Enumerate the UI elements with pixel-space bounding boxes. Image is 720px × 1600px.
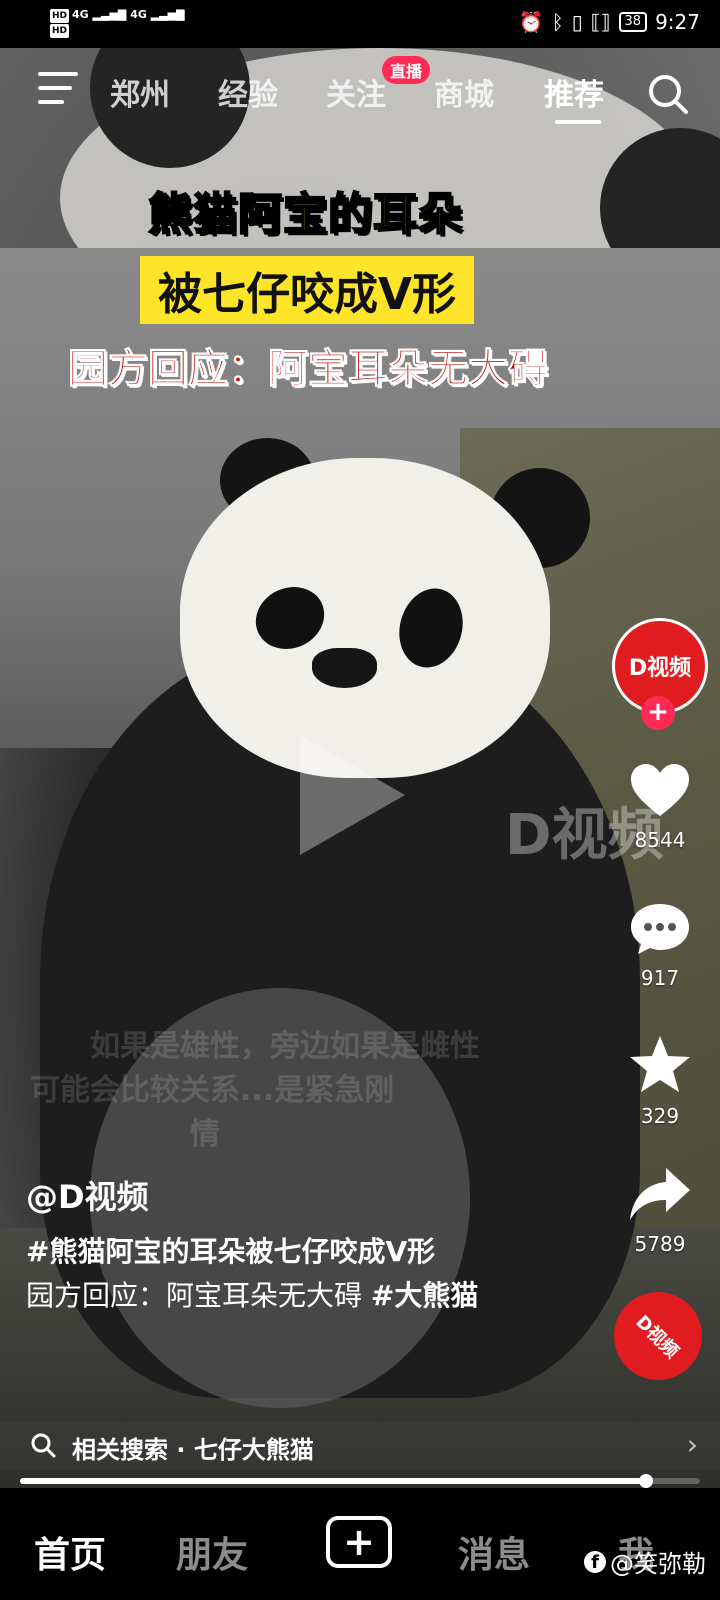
related-search-label: 相关搜索 · 七仔大熊猫 — [72, 1436, 314, 1464]
live-badge[interactable]: 直播 — [382, 56, 431, 84]
comment-icon — [631, 904, 689, 954]
video-title-line-1: 熊猫阿宝的耳朵 — [147, 188, 463, 241]
like-count: 8544 — [634, 828, 686, 852]
comment-count: 917 — [640, 966, 680, 990]
bluetooth-icon: ᛒ — [551, 10, 564, 34]
network-indicators: HD 4G ▂▃▅▇ 4G ▂▃▅▇ HD — [50, 8, 185, 38]
description-text: 园方回应：阿宝耳朵无大碍 — [26, 1279, 363, 1312]
nfc-icon: ⟦⟧ — [590, 10, 611, 34]
nav-messages[interactable]: 消息 — [458, 1526, 530, 1578]
hashtag[interactable]: #大熊猫 — [371, 1279, 478, 1312]
subtitle-line: 可能会比较关系...是紧急刚 — [30, 1073, 395, 1108]
related-search-bar[interactable]: 相关搜索 · 七仔大熊猫 › — [0, 1422, 720, 1470]
alarm-icon: ⏰ — [518, 10, 544, 34]
share-icon — [630, 1168, 690, 1220]
status-bar: HD 4G ▂▃▅▇ 4G ▂▃▅▇ HD ⏰ ᛒ ▯ ⟦⟧ 38 9:27 — [0, 0, 720, 48]
favorite-count: 329 — [640, 1104, 680, 1128]
progress-fill — [20, 1478, 646, 1484]
heart-icon — [631, 764, 689, 816]
subtitle-line: 如果是雄性，旁边如果是雌性 — [90, 1029, 480, 1064]
active-tab-indicator — [555, 120, 601, 124]
search-icon — [31, 1433, 56, 1458]
panda-head — [180, 458, 550, 778]
facebook-icon: f — [584, 1550, 606, 1573]
video-description[interactable]: #熊猫阿宝的耳朵被七仔咬成V形 园方回应：阿宝耳朵无大碍 #大熊猫 — [26, 1230, 556, 1318]
tab-mall[interactable]: 商城 — [434, 70, 494, 114]
signal-label-1: 4G — [72, 8, 89, 21]
source-credit: f @笑弥勒 — [584, 1544, 706, 1579]
credit-text: @笑弥勒 — [610, 1550, 706, 1578]
top-nav: 郑州 经验 关注 直播 商城 推荐 — [0, 48, 720, 138]
video-title-line-2: 被七仔咬成V形 — [140, 256, 475, 324]
bottom-nav: 首页 朋友 + 消息 我 f @笑弥勒 — [0, 1488, 720, 1600]
follow-button[interactable]: + — [641, 696, 675, 730]
play-icon[interactable] — [300, 735, 405, 855]
playback-progress[interactable] — [20, 1474, 700, 1488]
subtitle-line: 情 — [190, 1117, 220, 1152]
menu-icon[interactable] — [38, 72, 78, 106]
star-icon — [630, 1036, 690, 1092]
search-icon[interactable] — [646, 72, 690, 116]
vibrate-icon: ▯ — [571, 10, 583, 34]
share-count: 5789 — [634, 1232, 686, 1256]
chevron-right-icon: › — [686, 1428, 698, 1461]
hd-badge: HD — [50, 9, 70, 23]
tab-following[interactable]: 关注 — [326, 70, 386, 114]
signal-label-2: 4G — [130, 8, 147, 21]
create-button[interactable]: + — [326, 1516, 392, 1568]
comment-button[interactable]: 917 — [620, 902, 700, 990]
nav-home[interactable]: 首页 — [34, 1526, 106, 1578]
like-button[interactable]: 8544 — [620, 762, 700, 852]
tab-experience[interactable]: 经验 — [218, 70, 278, 114]
panda-nose — [312, 648, 377, 688]
favorite-button[interactable]: 329 — [620, 1034, 700, 1128]
tab-zhengzhou[interactable]: 郑州 — [110, 70, 170, 114]
burned-in-subtitles: 如果是雄性，旁边如果是雌性 可能会比较关系...是紧急刚 情 — [30, 1025, 480, 1157]
battery-indicator: 38 — [618, 12, 648, 32]
progress-knob[interactable] — [638, 1474, 653, 1488]
author-handle[interactable]: @D视频 — [26, 1172, 149, 1218]
nav-friends[interactable]: 朋友 — [176, 1526, 248, 1578]
share-button[interactable]: 5789 — [620, 1166, 700, 1256]
tab-recommended[interactable]: 推荐 — [544, 70, 604, 114]
clock: 9:27 — [655, 10, 700, 34]
video-title-line-3: 园方回应：阿宝耳朵无大碍 — [68, 346, 549, 393]
status-right: ⏰ ᛒ ▯ ⟦⟧ 38 9:27 — [519, 10, 700, 34]
hashtag[interactable]: #熊猫阿宝的耳朵被七仔咬成V形 — [26, 1235, 435, 1268]
hd-badge-2: HD — [50, 24, 70, 38]
